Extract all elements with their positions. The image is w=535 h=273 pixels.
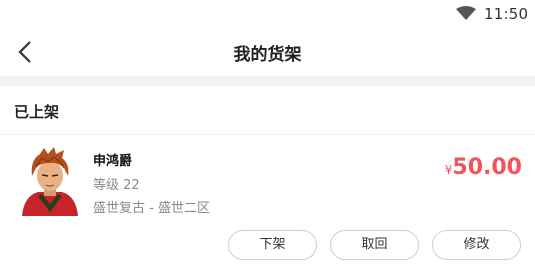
wifi-icon: [456, 6, 476, 20]
retrieve-button[interactable]: 取回: [330, 230, 419, 260]
price-amount: 50.00: [452, 155, 522, 180]
character-avatar[interactable]: [18, 146, 82, 216]
character-name: 申鸿爵: [93, 154, 133, 169]
divider: [0, 134, 535, 135]
character-server: 盛世复古 - 盛世二区: [93, 201, 210, 216]
page-title: 我的货架: [233, 45, 302, 65]
edit-button[interactable]: 修改: [432, 230, 521, 260]
status-bar: 11:50: [0, 0, 535, 28]
navigation-bar: 我的货架: [0, 28, 535, 76]
delist-button[interactable]: 下架: [228, 230, 317, 260]
character-level: 等级 22: [93, 178, 140, 193]
status-time: 11:50: [484, 5, 529, 23]
listing-price: ¥50.00: [445, 155, 522, 180]
section-separator: [0, 76, 535, 86]
section-title: 已上架: [14, 103, 60, 121]
